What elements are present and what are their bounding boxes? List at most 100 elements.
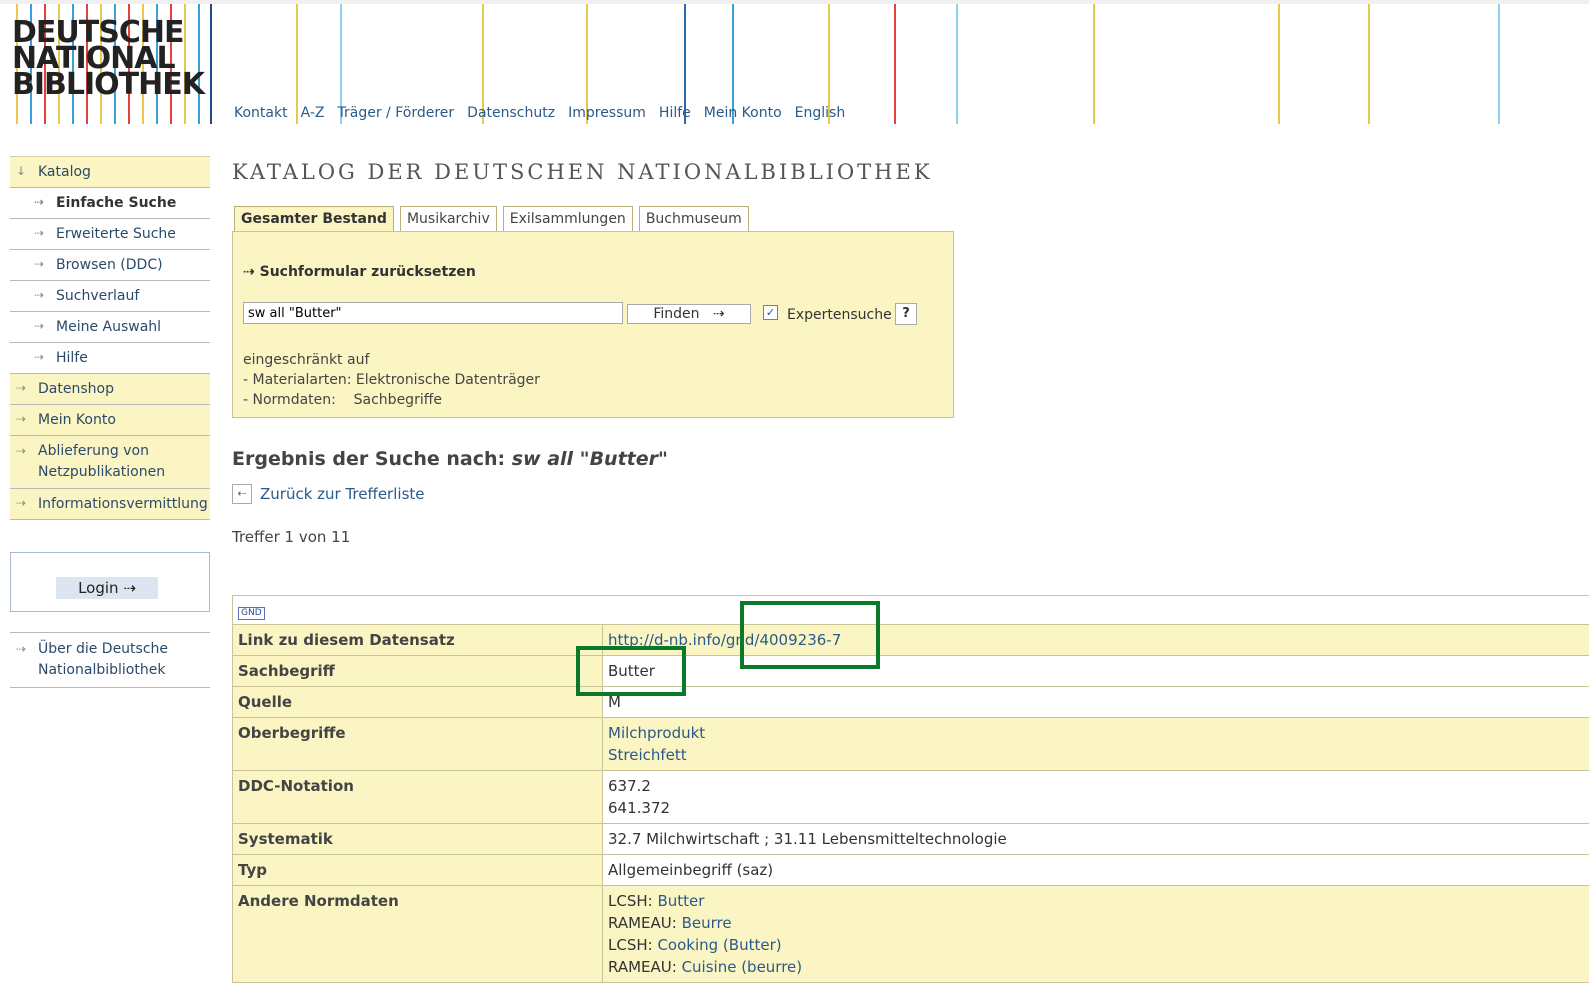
- table-row: GND: [232, 595, 1589, 625]
- top-navigation: Kontakt A-Z Träger / Förderer Datenschut…: [230, 105, 854, 121]
- sidebar-item-label: Hilfe: [56, 350, 88, 366]
- arrow-right-icon: ⇢: [34, 288, 45, 302]
- nav-impressum[interactable]: Impressum: [564, 105, 650, 121]
- page-title: KATALOG DER DEUTSCHEN NATIONALBIBLIOTHEK: [232, 160, 933, 184]
- arrow-right-icon: ⇢: [123, 579, 136, 597]
- arrow-right-icon: ⇢: [16, 412, 27, 426]
- login-button[interactable]: Login ⇢: [56, 577, 158, 599]
- normdaten-prefix: RAMEAU:: [608, 914, 682, 932]
- arrow-left-icon: ⇠: [232, 484, 252, 504]
- normdaten-prefix: LCSH:: [608, 936, 658, 954]
- normdaten-link[interactable]: Cooking (Butter): [657, 936, 781, 954]
- sidebar-item-hilfe[interactable]: ⇢ Hilfe: [10, 343, 210, 374]
- row-value: 637.2 641.372: [602, 770, 1589, 824]
- normdaten-link[interactable]: Cuisine (beurre): [682, 958, 803, 976]
- gnd-cell: GND: [232, 595, 1589, 625]
- find-button[interactable]: Finden ⇢: [627, 304, 751, 324]
- arrow-right-icon: ⇢: [16, 496, 27, 510]
- oberbegriff-link[interactable]: Streichfett: [608, 744, 1586, 766]
- arrow-right-icon: ⇢: [34, 319, 45, 333]
- ddc-value: 641.372: [608, 799, 671, 817]
- sidebar-item-einfache-suche[interactable]: ⇢ Einfache Suche: [10, 188, 210, 219]
- sidebar-item-meine-auswahl[interactable]: ⇢ Meine Auswahl: [10, 312, 210, 343]
- table-row: Sachbegriff Butter: [232, 655, 1589, 687]
- highlight-box-gnd-id: [740, 601, 880, 669]
- restriction-line: eingeschränkt auf: [243, 352, 370, 368]
- normdaten-line: LCSH: Butter: [608, 890, 1586, 912]
- record-table: GND Link zu diesem Datensatz http://d-nb…: [232, 595, 1589, 983]
- back-to-results-link[interactable]: ⇠ Zurück zur Trefferliste: [232, 484, 425, 504]
- row-label: Link zu diesem Datensatz: [232, 624, 603, 656]
- arrow-right-icon: ⇢: [243, 264, 260, 280]
- expert-search-checkbox[interactable]: ✓: [763, 305, 778, 320]
- nav-english[interactable]: English: [791, 105, 850, 121]
- expert-search-label: Expertensuche: [787, 307, 892, 323]
- row-value: M: [602, 686, 1589, 718]
- restriction-line: - Materialarten: Elektronische Datenträg…: [243, 372, 540, 388]
- sidebar-item-suchverlauf[interactable]: ⇢ Suchverlauf: [10, 281, 210, 312]
- row-label: Andere Normdaten: [232, 885, 603, 983]
- sidebar-item-label: Mein Konto: [38, 412, 116, 428]
- sidebar-item-browsen[interactable]: ⇢ Browsen (DDC): [10, 250, 210, 281]
- normdaten-prefix: LCSH:: [608, 892, 658, 910]
- help-button[interactable]: ?: [895, 303, 917, 325]
- normdaten-line: RAMEAU: Cuisine (beurre): [608, 956, 1586, 978]
- tab-musikarchiv[interactable]: Musikarchiv: [399, 206, 497, 233]
- sidebar-item-label: Nationalbibliothek: [38, 662, 166, 678]
- row-label: Typ: [232, 854, 603, 886]
- login-box: Login ⇢: [10, 552, 210, 612]
- row-label: Oberbegriffe: [232, 717, 603, 771]
- ddc-value: 637.2: [608, 777, 651, 795]
- sidebar-item-datenshop[interactable]: ⇢ Datenshop: [10, 374, 210, 405]
- sidebar-item-label: Über die Deutsche: [38, 641, 169, 657]
- dnb-logo[interactable]: DEUTSCHE NATIONAL BIBLIOTHEK: [12, 18, 205, 100]
- main-content: KATALOG DER DEUTSCHEN NATIONALBIBLIOTHEK…: [232, 156, 954, 546]
- reset-form-link[interactable]: ⇢ Suchformular zurücksetzen: [243, 264, 476, 280]
- sidebar-item-label: Meine Auswahl: [56, 319, 162, 335]
- nav-a-z[interactable]: A-Z: [297, 105, 329, 121]
- sidebar-item-ueber-dnb[interactable]: ⇢ Über die Deutsche Nationalbibliothek: [10, 633, 210, 687]
- sidebar-item-mein-konto[interactable]: ⇢ Mein Konto: [10, 405, 210, 436]
- row-label: Sachbegriff: [232, 655, 603, 687]
- sidebar-item-label: Erweiterte Suche: [56, 226, 176, 242]
- row-value: 32.7 Milchwirtschaft ; 31.11 Lebensmitte…: [602, 823, 1589, 855]
- sidebar-item-label: Suchverlauf: [56, 288, 140, 304]
- arrow-right-icon: ⇢: [16, 642, 27, 656]
- row-value: Milchprodukt Streichfett: [602, 717, 1589, 771]
- sidebar-item-erweiterte-suche[interactable]: ⇢ Erweiterte Suche: [10, 219, 210, 250]
- arrow-right-icon: ⇢: [34, 195, 45, 209]
- arrow-right-icon: ⇢: [16, 444, 27, 458]
- nav-datenschutz[interactable]: Datenschutz: [463, 105, 559, 121]
- nav-kontakt[interactable]: Kontakt: [230, 105, 292, 121]
- tab-buchmuseum[interactable]: Buchmuseum: [638, 206, 749, 233]
- row-label: Quelle: [232, 686, 603, 718]
- arrow-right-icon: ⇢: [34, 350, 45, 364]
- search-input[interactable]: [243, 302, 623, 324]
- sidebar-item-ablieferung[interactable]: ⇢ Ablieferung von Netzpublikationen: [10, 436, 210, 489]
- normdaten-prefix: RAMEAU:: [608, 958, 682, 976]
- sidebar-item-informationsvermittlung[interactable]: ⇢ Informationsvermittlung: [10, 489, 210, 520]
- nav-traeger[interactable]: Träger / Förderer: [334, 105, 459, 121]
- normdaten-link[interactable]: Beurre: [682, 914, 732, 932]
- table-row: Systematik 32.7 Milchwirtschaft ; 31.11 …: [232, 823, 1589, 855]
- nav-hilfe[interactable]: Hilfe: [655, 105, 695, 121]
- nav-mein-konto[interactable]: Mein Konto: [700, 105, 786, 121]
- result-query: sw all "Butter": [511, 448, 668, 470]
- tab-exilsammlungen[interactable]: Exilsammlungen: [502, 206, 633, 233]
- about-section: ⇢ Über die Deutsche Nationalbibliothek: [10, 632, 210, 688]
- tab-gesamter-bestand[interactable]: Gesamter Bestand: [234, 206, 394, 233]
- sidebar-item-katalog[interactable]: ↓ Katalog: [10, 157, 210, 188]
- reset-form-label: Suchformular zurücksetzen: [259, 264, 476, 280]
- row-value: Allgemeinbegriff (saz): [602, 854, 1589, 886]
- sidebar-item-label: Netzpublikationen: [38, 464, 166, 480]
- top-strip: [0, 0, 1589, 4]
- oberbegriff-link[interactable]: Milchprodukt: [608, 722, 1586, 744]
- row-label: DDC-Notation: [232, 770, 603, 824]
- gnd-badge: GND: [238, 607, 265, 620]
- sidebar: ↓ Katalog ⇢ Einfache Suche ⇢ Erweiterte …: [10, 156, 210, 688]
- normdaten-link[interactable]: Butter: [657, 892, 704, 910]
- table-row: Quelle M: [232, 686, 1589, 718]
- arrow-right-icon: ⇢: [703, 306, 725, 322]
- restriction-line: - Normdaten: Sachbegriffe: [243, 392, 442, 408]
- sidebar-item-label: Informationsvermittlung: [38, 496, 208, 512]
